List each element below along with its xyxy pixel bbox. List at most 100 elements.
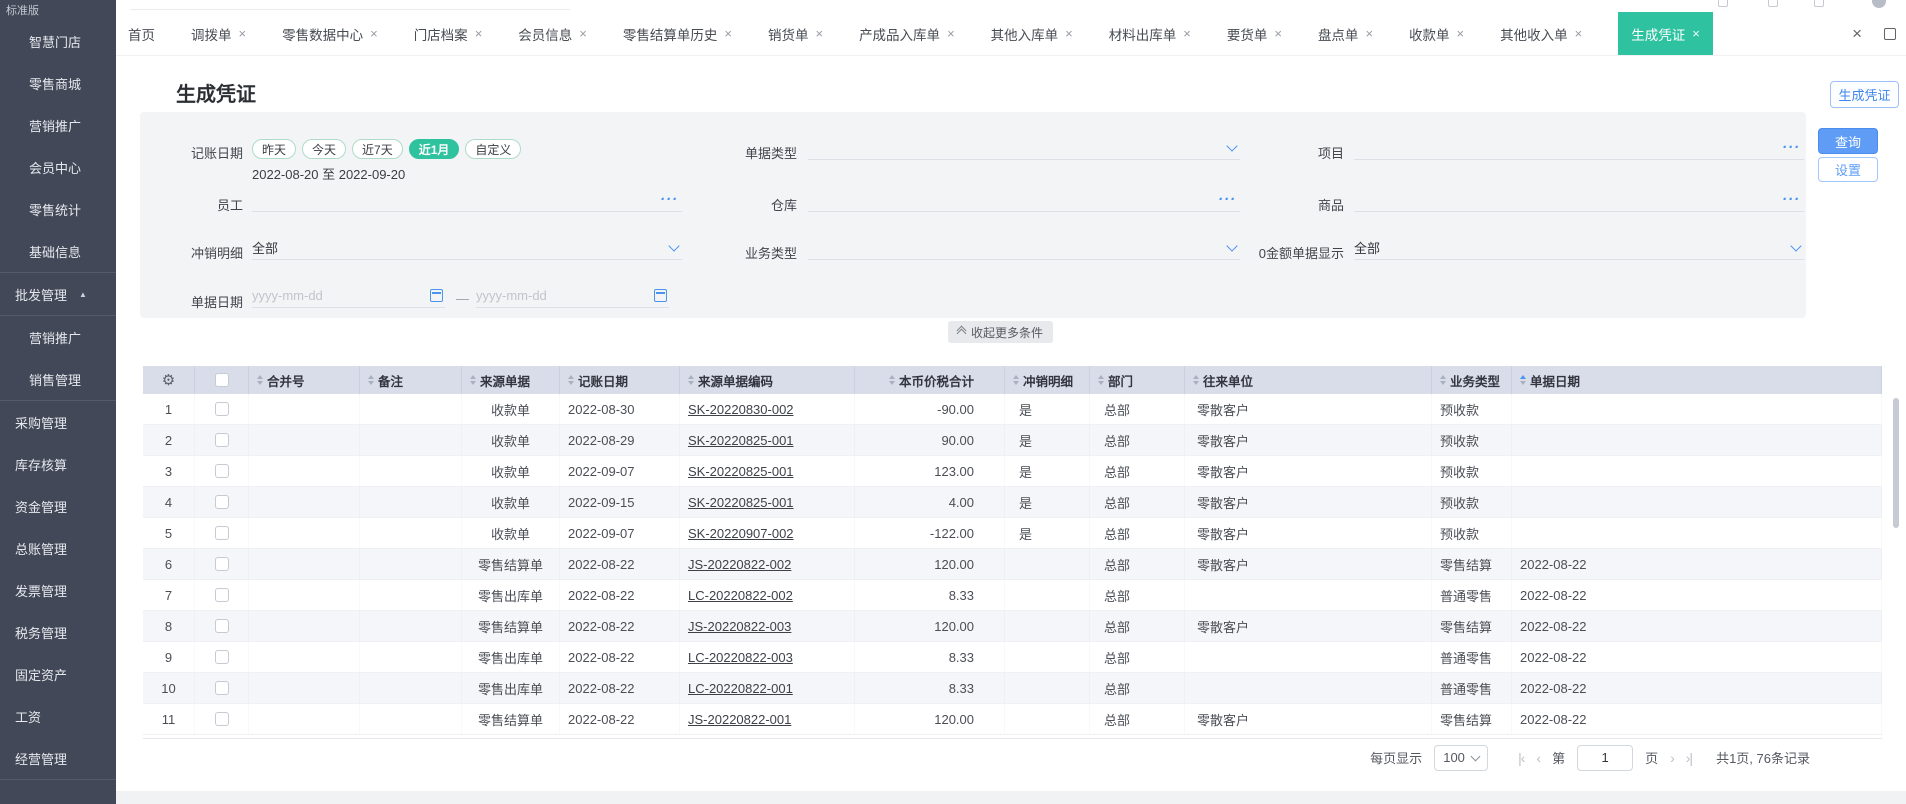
page-input[interactable]: 1 [1577, 744, 1634, 771]
last-page-icon[interactable]: ›| [1686, 750, 1693, 766]
checkbox[interactable] [214, 588, 229, 602]
checkbox[interactable] [214, 619, 229, 633]
tab[interactable]: 产成品入库单 × [859, 12, 955, 55]
sidebar-item[interactable]: 零售统计 [0, 188, 116, 230]
source-doc-link[interactable]: SK-20220825-001 [688, 464, 794, 479]
source-doc-link[interactable]: SK-20220830-002 [688, 402, 794, 417]
next-page-icon[interactable]: › [1670, 750, 1675, 766]
column-header[interactable]: 来源单据编码 [680, 366, 855, 394]
tab[interactable]: 其他收入单 × [1500, 12, 1582, 55]
writeoff-detail-select[interactable]: 全部 [252, 236, 682, 260]
checkbox[interactable] [214, 557, 229, 571]
tab[interactable]: 会员信息 × [518, 12, 587, 55]
tab[interactable]: 销货单 × [768, 12, 823, 55]
source-doc-link[interactable]: SK-20220907-002 [688, 526, 794, 541]
source-doc-link[interactable]: JS-20220822-003 [688, 619, 791, 634]
source-doc-link[interactable]: JS-20220822-001 [688, 712, 791, 727]
source-doc-link[interactable]: SK-20220825-001 [688, 495, 794, 510]
warehouse-picker[interactable]: ··· [808, 188, 1240, 212]
sidebar-item[interactable]: 资金管理 [0, 485, 116, 527]
column-header[interactable]: 冲销明细 [1005, 366, 1090, 394]
checkbox[interactable] [214, 495, 229, 509]
goods-picker[interactable]: ··· [1354, 188, 1804, 212]
checkbox[interactable] [214, 681, 229, 695]
column-header[interactable]: 部门 [1090, 366, 1185, 394]
sidebar-item[interactable]: 营销推广 [0, 316, 116, 358]
close-icon[interactable]: × [815, 26, 823, 41]
doc-date-start-input[interactable]: yyyy-mm-dd [252, 284, 445, 308]
column-header[interactable]: 记账日期 [560, 366, 680, 394]
sidebar-item[interactable]: 智慧门店 [0, 20, 116, 62]
sidebar-item[interactable]: 总账管理 [0, 527, 116, 569]
per-page-select[interactable]: 100 [1434, 744, 1489, 771]
employee-picker[interactable]: ··· [252, 188, 682, 212]
source-doc-link[interactable]: LC-20220822-002 [688, 588, 793, 603]
project-picker[interactable]: ··· [1354, 136, 1804, 160]
column-header[interactable]: 往来单位 [1185, 366, 1432, 394]
column-header[interactable]: 来源单据 [462, 366, 560, 394]
tab[interactable]: 盘点单 × [1318, 12, 1373, 55]
sidebar-item[interactable]: 库存核算 [0, 443, 116, 485]
first-page-icon[interactable]: |‹ [1518, 750, 1525, 766]
sidebar-item[interactable]: 零售商城 [0, 62, 116, 104]
business-type-select[interactable] [808, 236, 1240, 260]
settings-button[interactable]: 设置 [1818, 157, 1878, 182]
date-preset-pill[interactable]: 自定义 [465, 139, 522, 159]
zero-amount-select[interactable]: 全部 [1354, 236, 1804, 260]
tab[interactable]: 首页 [128, 12, 155, 55]
source-doc-link[interactable]: JS-20220822-002 [688, 557, 791, 572]
collapse-conditions-button[interactable]: 收起更多条件 [948, 321, 1054, 343]
column-header[interactable]: 单据日期 [1512, 366, 1882, 394]
doc-date-end-input[interactable]: yyyy-mm-dd [476, 284, 669, 308]
source-doc-link[interactable]: SK-20220825-001 [688, 433, 794, 448]
tab[interactable]: 材料出库单 × [1109, 12, 1191, 55]
sidebar-item[interactable]: 发票管理 [0, 569, 116, 611]
close-icon[interactable]: × [1575, 26, 1583, 41]
sidebar-item[interactable]: 经营管理 [0, 737, 116, 779]
doc-type-select[interactable] [808, 136, 1240, 160]
close-all-tabs-icon[interactable]: × [1852, 24, 1862, 44]
column-header[interactable]: 本币价税合计 [855, 366, 1005, 394]
close-icon[interactable]: × [1183, 26, 1191, 41]
close-icon[interactable]: × [1274, 26, 1282, 41]
source-doc-link[interactable]: LC-20220822-001 [688, 681, 793, 696]
table-scrollbar-thumb[interactable] [1893, 398, 1899, 528]
column-header[interactable]: 合并号 [249, 366, 360, 394]
checkbox[interactable] [214, 712, 229, 726]
close-icon[interactable]: × [1065, 26, 1073, 41]
source-doc-link[interactable]: LC-20220822-003 [688, 650, 793, 665]
checkbox[interactable] [214, 464, 229, 478]
checkbox[interactable] [214, 650, 229, 664]
close-icon[interactable]: × [1692, 26, 1700, 41]
close-icon[interactable]: × [1457, 26, 1465, 41]
tab[interactable]: 零售数据中心 × [282, 12, 378, 55]
date-preset-pill[interactable]: 近1月 [408, 139, 460, 159]
close-icon[interactable]: × [1365, 26, 1373, 41]
close-icon[interactable]: × [239, 26, 247, 41]
close-icon[interactable]: × [475, 26, 483, 41]
tab[interactable]: 收款单 × [1409, 12, 1464, 55]
select-all-checkbox[interactable] [195, 366, 249, 394]
checkbox[interactable] [214, 373, 229, 387]
column-header[interactable]: 业务类型 [1432, 366, 1512, 394]
tab-list-icon[interactable] [1884, 28, 1896, 40]
sidebar-item[interactable]: 工资 [0, 695, 116, 737]
tab[interactable]: 门店档案 × [414, 12, 483, 55]
sidebar-item[interactable]: 营销推广 [0, 104, 116, 146]
checkbox[interactable] [214, 402, 229, 416]
sidebar-item[interactable]: 会员中心 [0, 146, 116, 188]
sidebar-item[interactable]: 基础信息 [0, 230, 116, 272]
date-preset-pill[interactable]: 今天 [302, 139, 347, 159]
tab[interactable]: 生成凭证 × [1618, 12, 1713, 55]
close-icon[interactable]: × [370, 26, 378, 41]
tab[interactable]: 要货单 × [1227, 12, 1282, 55]
sidebar-item[interactable]: 销售管理 [0, 358, 116, 400]
date-preset-pill[interactable]: 昨天 [252, 139, 297, 159]
query-button[interactable]: 查询 [1818, 128, 1878, 154]
date-preset-pill[interactable]: 近7天 [352, 139, 403, 159]
sidebar-item[interactable]: 采购管理 [0, 401, 116, 443]
sidebar-item[interactable]: 批发管理 ▲ [0, 273, 116, 315]
tab[interactable]: 其他入库单 × [991, 12, 1073, 55]
checkbox[interactable] [214, 526, 229, 540]
checkbox[interactable] [214, 433, 229, 447]
